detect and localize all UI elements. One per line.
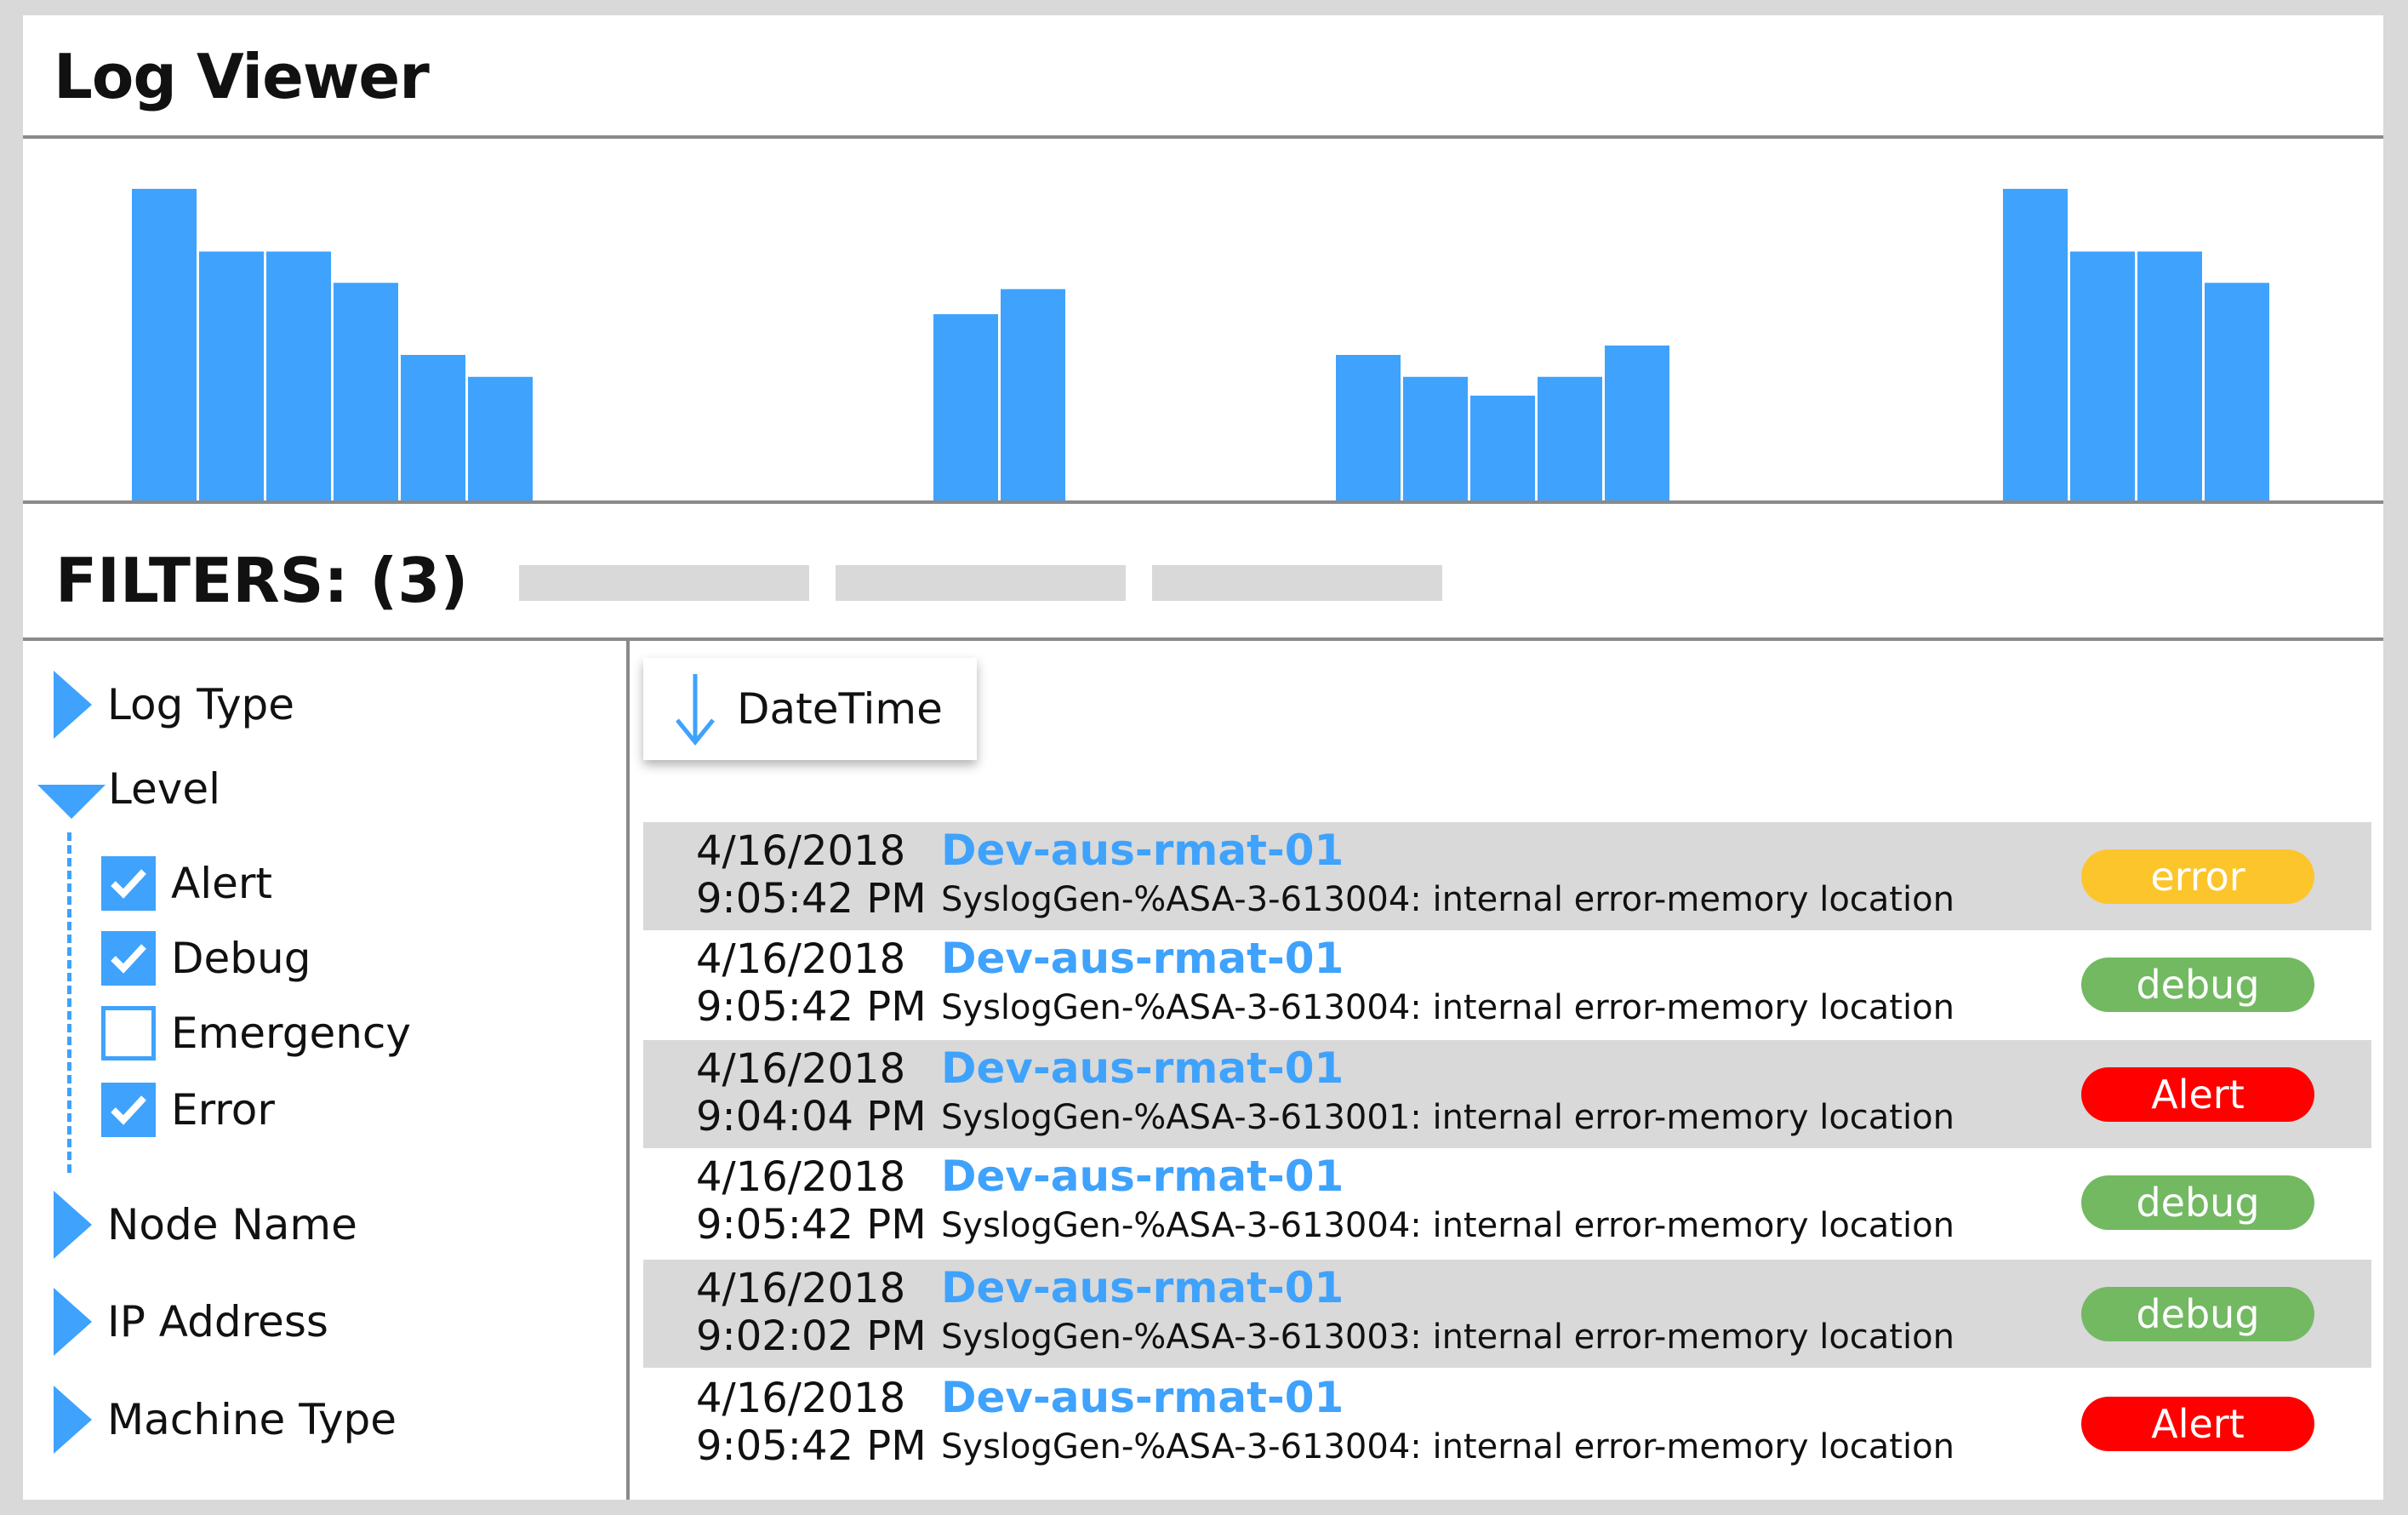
sort-label: DateTime — [737, 684, 943, 734]
log-time: 9:05:42 PM — [696, 1201, 927, 1249]
log-host-link[interactable]: Dev-aus-rmat-01 — [941, 1043, 1344, 1093]
log-time: 9:04:04 PM — [696, 1093, 927, 1141]
sort-datetime-button[interactable]: DateTime — [643, 658, 977, 760]
sidebar-item-label: Machine Type — [107, 1395, 397, 1444]
caret-right-icon — [54, 1288, 92, 1356]
caret-right-icon — [54, 1191, 92, 1259]
level-badge: Alert — [2081, 1397, 2314, 1451]
log-time: 9:05:42 PM — [696, 983, 927, 1031]
sidebar-divider — [626, 639, 630, 1500]
log-histogram — [132, 188, 2269, 502]
log-host-link[interactable]: Dev-aus-rmat-01 — [941, 934, 1344, 983]
caret-down-icon[interactable] — [37, 785, 106, 819]
histogram-bar[interactable] — [334, 283, 398, 502]
log-row[interactable]: 4/16/2018 9:05:42 PM Dev-aus-rmat-01 Sys… — [643, 930, 2371, 1038]
log-date: 4/16/2018 — [696, 827, 906, 875]
log-date: 4/16/2018 — [696, 1265, 906, 1312]
histogram-bar[interactable] — [468, 376, 533, 502]
sidebar-item-label: Node Name — [107, 1200, 357, 1249]
level-badge: debug — [2081, 1287, 2314, 1341]
histogram-bar[interactable] — [1403, 376, 1468, 502]
level-option-debug[interactable]: Debug — [101, 931, 311, 986]
level-badge: error — [2081, 849, 2314, 904]
log-message: SyslogGen-%ASA-3-613004: internal error-… — [941, 988, 1954, 1027]
level-badge: debug — [2081, 1175, 2314, 1230]
filter-chip[interactable] — [519, 565, 809, 601]
histogram-bar[interactable] — [1470, 395, 1535, 502]
histogram-bar[interactable] — [1001, 289, 1065, 502]
arrow-down-icon — [676, 674, 715, 746]
log-message: SyslogGen-%ASA-3-613003: internal error-… — [941, 1318, 1954, 1357]
log-row[interactable]: 4/16/2018 9:04:04 PM Dev-aus-rmat-01 Sys… — [643, 1040, 2371, 1148]
level-option-error[interactable]: Error — [101, 1083, 275, 1137]
log-date: 4/16/2018 — [696, 1153, 906, 1201]
log-time: 9:05:42 PM — [696, 1422, 927, 1470]
sidebar-item-ip-address[interactable]: IP Address — [54, 1288, 328, 1356]
histogram-bar[interactable] — [1605, 345, 1669, 502]
chart-baseline — [23, 500, 2383, 504]
histogram-bar[interactable] — [199, 251, 264, 502]
check-icon — [111, 869, 146, 899]
histogram-bar[interactable] — [2205, 283, 2269, 502]
log-time: 9:05:42 PM — [696, 875, 927, 923]
level-badge: Alert — [2081, 1067, 2314, 1122]
histogram-bar[interactable] — [132, 188, 197, 502]
sidebar-item-log-type[interactable]: Log Type — [54, 671, 294, 739]
sidebar-item-node-name[interactable]: Node Name — [54, 1191, 357, 1259]
sidebar-item-machine-type[interactable]: Machine Type — [54, 1386, 397, 1454]
histogram-bar[interactable] — [2003, 188, 2068, 502]
page-title: Log Viewer — [54, 41, 430, 112]
level-badge: debug — [2081, 958, 2314, 1012]
checkbox-checked[interactable] — [101, 1083, 156, 1137]
log-viewer-window: Log Viewer FILTERS: (3) Log Type Level A… — [23, 15, 2383, 1500]
histogram-bar[interactable] — [266, 251, 331, 502]
level-option-alert[interactable]: Alert — [101, 856, 272, 911]
filter-chip[interactable] — [1152, 565, 1442, 601]
histogram-bar[interactable] — [1336, 354, 1401, 502]
log-message: SyslogGen-%ASA-3-613001: internal error-… — [941, 1098, 1954, 1137]
log-host-link[interactable]: Dev-aus-rmat-01 — [941, 1263, 1344, 1312]
check-icon — [111, 1095, 146, 1125]
log-date: 4/16/2018 — [696, 1375, 906, 1422]
filters-title: FILTERS: (3) — [55, 545, 469, 616]
histogram-bar[interactable] — [2137, 251, 2202, 502]
log-date: 4/16/2018 — [696, 935, 906, 983]
log-host-link[interactable]: Dev-aus-rmat-01 — [941, 1373, 1344, 1422]
log-message: SyslogGen-%ASA-3-613004: internal error-… — [941, 880, 1954, 919]
caret-right-icon — [54, 671, 92, 739]
log-row[interactable]: 4/16/2018 9:02:02 PM Dev-aus-rmat-01 Sys… — [643, 1260, 2371, 1368]
log-message: SyslogGen-%ASA-3-613004: internal error-… — [941, 1427, 1954, 1466]
filters-divider — [23, 637, 2383, 641]
checkbox-unchecked[interactable] — [101, 1006, 156, 1060]
option-label: Debug — [171, 934, 311, 983]
option-label: Alert — [171, 859, 273, 908]
check-icon — [111, 944, 146, 974]
log-row[interactable]: 4/16/2018 9:05:42 PM Dev-aus-rmat-01 Sys… — [643, 822, 2371, 930]
log-host-link[interactable]: Dev-aus-rmat-01 — [941, 1152, 1344, 1201]
log-row[interactable]: 4/16/2018 9:05:42 PM Dev-aus-rmat-01 Sys… — [643, 1148, 2371, 1256]
tree-guide-line — [67, 832, 71, 1173]
caret-right-icon — [54, 1386, 92, 1454]
log-row[interactable]: 4/16/2018 9:05:42 PM Dev-aus-rmat-01 Sys… — [643, 1369, 2371, 1478]
checkbox-checked[interactable] — [101, 931, 156, 986]
option-label: Emergency — [171, 1009, 412, 1058]
checkbox-checked[interactable] — [101, 856, 156, 911]
histogram-bar[interactable] — [2070, 251, 2135, 502]
histogram-bar[interactable] — [1538, 376, 1602, 502]
histogram-bar[interactable] — [401, 354, 465, 502]
sidebar-item-label: IP Address — [107, 1297, 328, 1346]
sidebar-item-label: Level — [108, 764, 220, 814]
level-option-emergency[interactable]: Emergency — [101, 1006, 411, 1060]
histogram-bar[interactable] — [933, 314, 998, 502]
sidebar-item-level[interactable]: Level — [108, 764, 220, 814]
option-label: Error — [171, 1085, 275, 1135]
filter-chip[interactable] — [836, 565, 1126, 601]
log-date: 4/16/2018 — [696, 1045, 906, 1093]
log-message: SyslogGen-%ASA-3-613004: internal error-… — [941, 1206, 1954, 1245]
sidebar-item-label: Log Type — [107, 680, 295, 729]
log-time: 9:02:02 PM — [696, 1312, 927, 1360]
log-host-link[interactable]: Dev-aus-rmat-01 — [941, 826, 1344, 875]
